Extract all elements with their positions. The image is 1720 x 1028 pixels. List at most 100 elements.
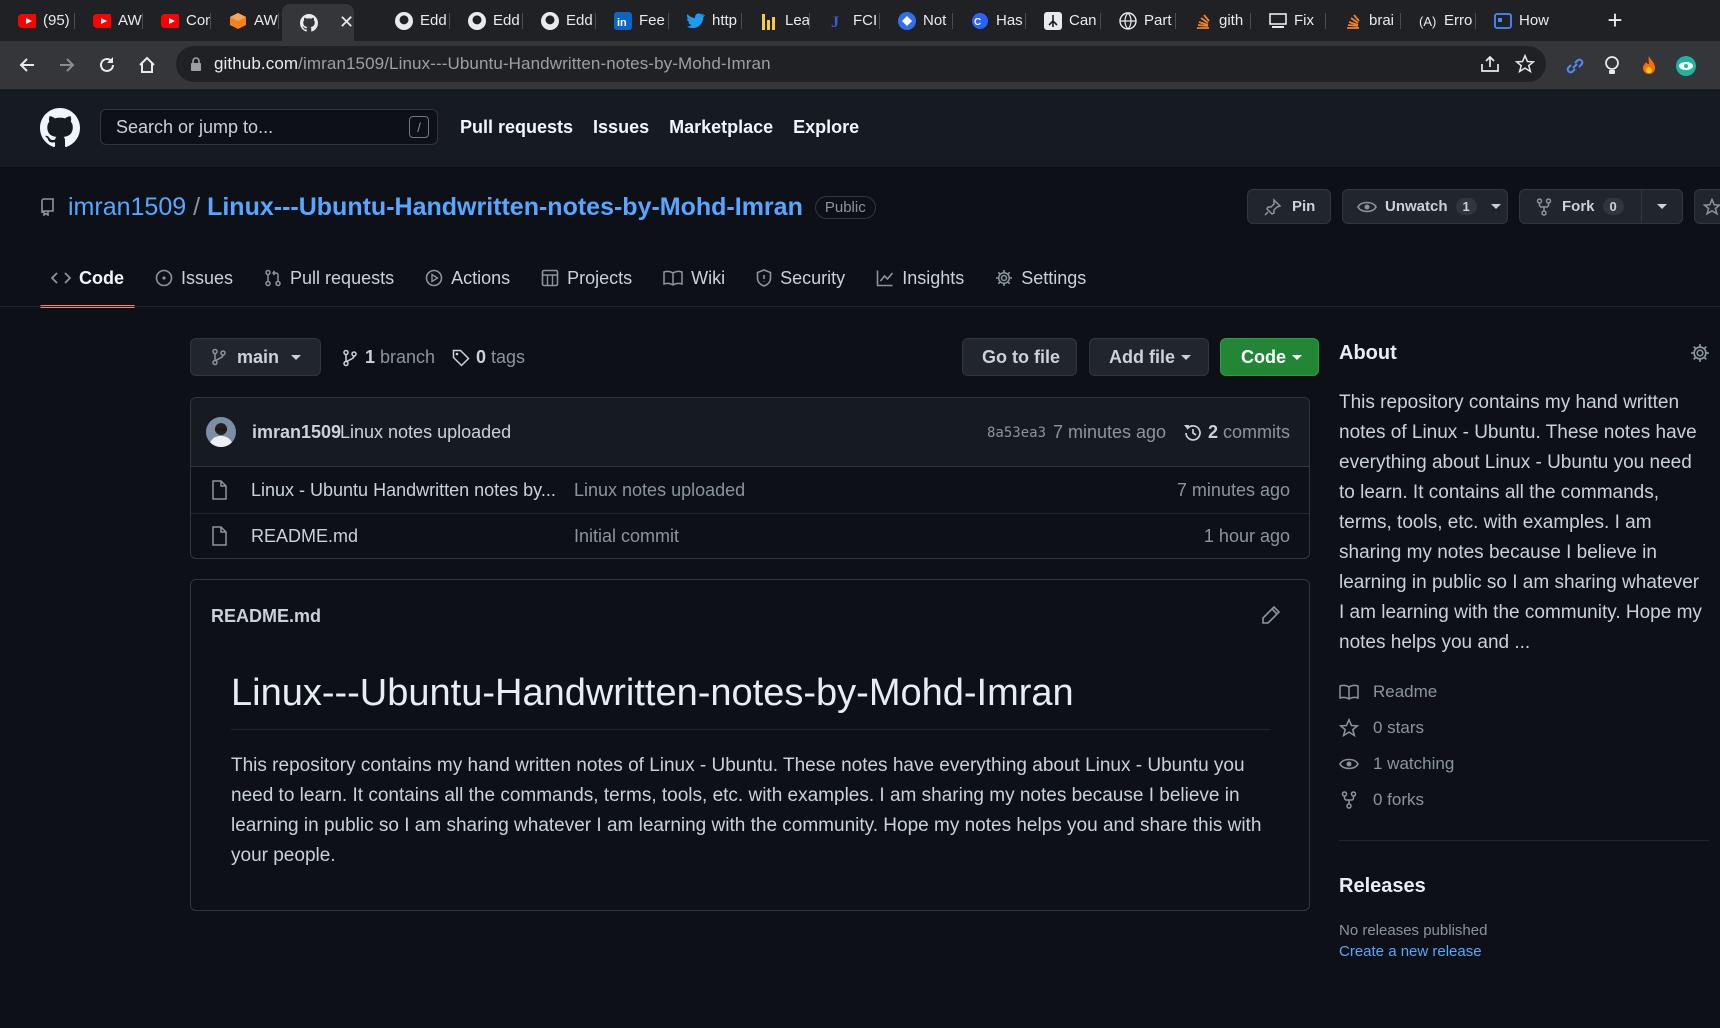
about-title: About	[1339, 342, 1397, 364]
share-icon[interactable]	[1478, 52, 1502, 76]
bookmark-star-icon[interactable]	[1513, 52, 1537, 76]
branch-count: 1	[365, 347, 376, 367]
browser-tab[interactable]: J FCI	[810, 5, 880, 36]
nav-explore[interactable]: Explore	[793, 117, 859, 138]
unwatch-button[interactable]: Unwatch 1	[1342, 189, 1508, 224]
pull-request-icon	[264, 269, 282, 287]
browser-tab[interactable]: AW	[75, 5, 143, 36]
browser-tab-label: Edd	[493, 12, 520, 29]
youtube-icon	[161, 12, 179, 30]
tab-wiki[interactable]: Wiki	[652, 262, 736, 294]
commits-history-link[interactable]: 2 commits	[1183, 422, 1290, 443]
star-button[interactable]	[1694, 189, 1720, 224]
nav-pull-requests[interactable]: Pull requests	[460, 117, 573, 138]
file-commit-message-link[interactable]: Initial commit	[574, 526, 679, 547]
tab-projects[interactable]: Projects	[530, 262, 643, 294]
nav-marketplace[interactable]: Marketplace	[669, 117, 773, 138]
branch-word: branch	[380, 347, 436, 367]
reload-button[interactable]	[92, 50, 122, 80]
browser-tab[interactable]: Lea	[742, 5, 810, 36]
browser-tab[interactable]: (A) Erro	[1401, 5, 1476, 36]
stars-link[interactable]: 0 stars	[1339, 710, 1711, 746]
reload-icon	[100, 57, 114, 72]
browser-tab[interactable]: Not	[880, 5, 953, 36]
file-commit-message-link[interactable]: Linux notes uploaded	[574, 480, 745, 501]
code-button[interactable]: Code	[1220, 338, 1319, 376]
releases-title[interactable]: Releases	[1339, 875, 1711, 898]
commit-author-link[interactable]: imran1509	[252, 422, 341, 443]
address-bar[interactable]: github.com/imran1509/Linux---Ubuntu-Hand…	[176, 46, 1546, 82]
browser-tab[interactable]: (95)	[0, 5, 75, 36]
browser-tab[interactable]: C Has	[953, 5, 1026, 36]
commit-message-link[interactable]: Linux notes uploaded	[340, 422, 511, 443]
repo-owner-link[interactable]: imran1509	[68, 193, 186, 222]
browser-tab[interactable]: How	[1476, 5, 1551, 36]
arrow-left-icon	[19, 58, 34, 72]
gear-icon[interactable]	[1690, 343, 1710, 363]
fork-button[interactable]: Fork 0	[1519, 189, 1683, 224]
browser-tab[interactable]: Edd	[523, 5, 596, 36]
home-button[interactable]	[132, 50, 162, 80]
fork-icon	[1339, 791, 1359, 809]
tags-link[interactable]: 0 tags	[452, 347, 525, 368]
tab-insights[interactable]: Insights	[865, 262, 975, 294]
eye-extension-icon[interactable]	[1674, 54, 1698, 78]
svg-text:J: J	[831, 14, 839, 30]
go-to-file-button[interactable]: Go to file	[962, 338, 1077, 376]
browser-tab[interactable]: brai	[1326, 5, 1401, 36]
chevron-down-icon[interactable]	[1657, 204, 1667, 209]
browser-tab[interactable]: in Fee	[596, 5, 669, 36]
fire-extension-icon[interactable]	[1637, 54, 1661, 78]
browser-tab[interactable]: Fix	[1251, 5, 1326, 36]
file-name-link[interactable]: Linux - Ubuntu Handwritten notes by...	[251, 480, 556, 501]
table-row[interactable]: Linux - Ubuntu Handwritten notes by... L…	[191, 467, 1309, 514]
file-commit-time: 1 hour ago	[1203, 526, 1290, 546]
watchers-link[interactable]: 1 watching	[1339, 746, 1711, 782]
browser-tab[interactable]: Part	[1101, 5, 1176, 36]
tab-code[interactable]: Code	[40, 262, 135, 308]
add-file-button[interactable]: Add file	[1089, 338, 1209, 376]
tab-pull-requests[interactable]: Pull requests	[253, 262, 405, 294]
tab-issues[interactable]: Issues	[144, 262, 244, 294]
stack-icon	[1344, 12, 1362, 30]
create-release-link[interactable]: Create a new release	[1339, 943, 1711, 960]
tab-label: Settings	[1021, 267, 1087, 288]
search-input[interactable]	[101, 110, 437, 144]
pencil-icon[interactable]	[1261, 605, 1281, 625]
browser-tab[interactable]: http	[669, 5, 742, 36]
browser-tab-active[interactable]: ✕	[282, 4, 354, 41]
browser-tab[interactable]: Edd	[450, 5, 523, 36]
avatar[interactable]	[206, 417, 236, 447]
file-name-link[interactable]: README.md	[251, 526, 358, 547]
bulb-extension-icon[interactable]	[1600, 54, 1624, 78]
nav-issues[interactable]: Issues	[593, 117, 649, 138]
browser-tab[interactable]: gith	[1176, 5, 1251, 36]
eye-icon	[1339, 757, 1359, 771]
back-button[interactable]	[12, 50, 42, 80]
new-tab-button[interactable]: +	[1600, 6, 1630, 36]
close-icon[interactable]: ✕	[339, 12, 354, 33]
repo-name-link[interactable]: Linux---Ubuntu-Handwritten-notes-by-Mohd…	[207, 193, 803, 222]
browser-tab[interactable]: Con	[143, 5, 211, 36]
chevron-down-icon	[1181, 354, 1191, 360]
history-icon	[1183, 423, 1203, 443]
tab-settings[interactable]: Settings	[984, 262, 1097, 294]
browser-tab[interactable]: AW	[211, 5, 279, 36]
home-icon	[139, 56, 155, 73]
table-row[interactable]: README.md Initial commit 1 hour ago	[191, 513, 1309, 558]
browser-tab[interactable]: Can	[1026, 5, 1101, 36]
branches-link[interactable]: 1 branch	[342, 347, 435, 368]
tab-label: Code	[79, 267, 124, 288]
link-extension-icon[interactable]	[1563, 54, 1587, 78]
forward-button[interactable]	[52, 50, 82, 80]
branch-select-button[interactable]: main	[190, 338, 321, 376]
tab-actions[interactable]: Actions	[414, 262, 521, 294]
github-logo-icon[interactable]	[40, 108, 80, 148]
commit-sha-link[interactable]: 8a53ea3	[987, 425, 1046, 441]
readme-link[interactable]: Readme	[1339, 674, 1711, 710]
pin-button[interactable]: Pin	[1247, 189, 1331, 224]
star-icon	[1703, 197, 1720, 216]
browser-tab[interactable]: Edd	[377, 5, 450, 36]
tab-security[interactable]: Security	[745, 262, 856, 294]
forks-link[interactable]: 0 forks	[1339, 782, 1711, 818]
